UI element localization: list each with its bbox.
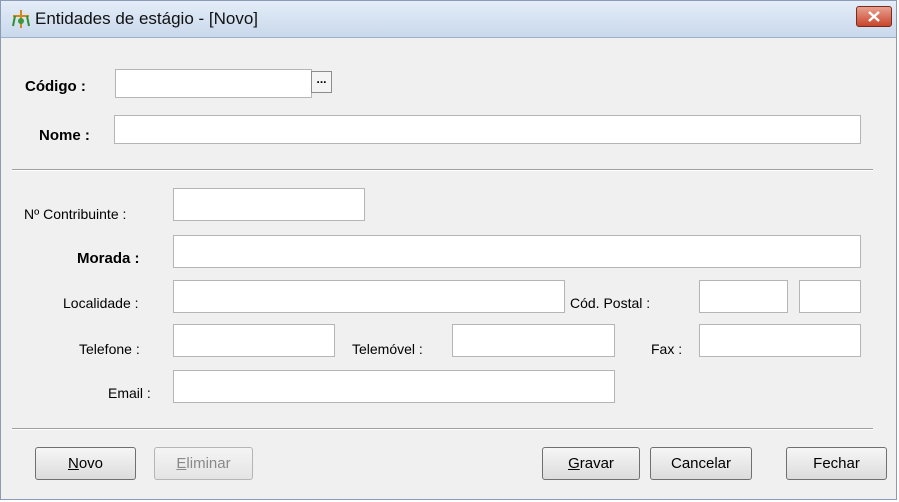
novo-button[interactable]: Novo <box>35 447 136 480</box>
fax-label: Fax : <box>651 341 683 357</box>
nome-label: Nome : <box>39 127 90 144</box>
telefone-field[interactable] <box>173 324 335 357</box>
codigo-field[interactable] <box>115 69 312 98</box>
cod-postal-label: Cód. Postal : <box>570 295 651 311</box>
gravar-button-label: ravar <box>579 455 614 472</box>
title-bar[interactable]: Entidades de estágio - [Novo] <box>1 1 896 38</box>
contribuinte-label: Nº Contribuinte : <box>24 206 127 222</box>
cod-postal-input-2[interactable] <box>800 281 860 312</box>
novo-button-label: ovo <box>78 455 104 472</box>
close-button[interactable] <box>856 6 892 27</box>
email-input[interactable] <box>174 371 614 402</box>
button-divider <box>12 428 873 430</box>
morada-field[interactable] <box>173 235 861 268</box>
contribuinte-field[interactable] <box>173 188 365 221</box>
telemovel-label: Telemóvel : <box>352 341 423 357</box>
codigo-input[interactable] <box>116 70 311 97</box>
fax-input[interactable] <box>700 325 860 356</box>
localidade-input[interactable] <box>174 281 564 312</box>
cancelar-button[interactable]: Cancelar <box>650 447 752 480</box>
close-x-icon <box>868 11 880 22</box>
dialog-window: Entidades de estágio - [Novo] Código : .… <box>0 0 897 500</box>
telefone-input[interactable] <box>174 325 334 356</box>
nome-field[interactable] <box>114 115 861 144</box>
cod-postal-field-1[interactable] <box>699 280 788 313</box>
fax-field[interactable] <box>699 324 861 357</box>
nome-input[interactable] <box>115 116 860 143</box>
cod-postal-field-2[interactable] <box>799 280 861 313</box>
section-divider <box>12 169 873 171</box>
localidade-label: Localidade : <box>63 295 139 311</box>
eliminar-button[interactable]: Eliminar <box>154 447 253 480</box>
cod-postal-input-1[interactable] <box>700 281 787 312</box>
morada-label: Morada : <box>77 250 140 267</box>
localidade-field[interactable] <box>173 280 565 313</box>
codigo-lookup-button[interactable]: ... <box>311 71 332 93</box>
contribuinte-input[interactable] <box>174 189 364 220</box>
email-field[interactable] <box>173 370 615 403</box>
telefone-label: Telefone : <box>79 341 140 357</box>
fechar-button[interactable]: Fechar <box>786 447 887 480</box>
entity-tree-icon <box>10 8 32 30</box>
window-title: Entidades de estágio - [Novo] <box>35 9 259 28</box>
gravar-button[interactable]: Gravar <box>542 447 640 480</box>
eliminar-button-mnemonic: E <box>176 455 187 472</box>
novo-button-mnemonic: N <box>67 455 79 472</box>
email-label: Email : <box>108 385 151 401</box>
eliminar-button-label: liminar <box>186 455 231 472</box>
gravar-button-mnemonic: G <box>568 455 580 472</box>
codigo-label: Código : <box>25 78 86 95</box>
telemovel-input[interactable] <box>453 325 614 356</box>
morada-input[interactable] <box>174 236 860 267</box>
telemovel-field[interactable] <box>452 324 615 357</box>
